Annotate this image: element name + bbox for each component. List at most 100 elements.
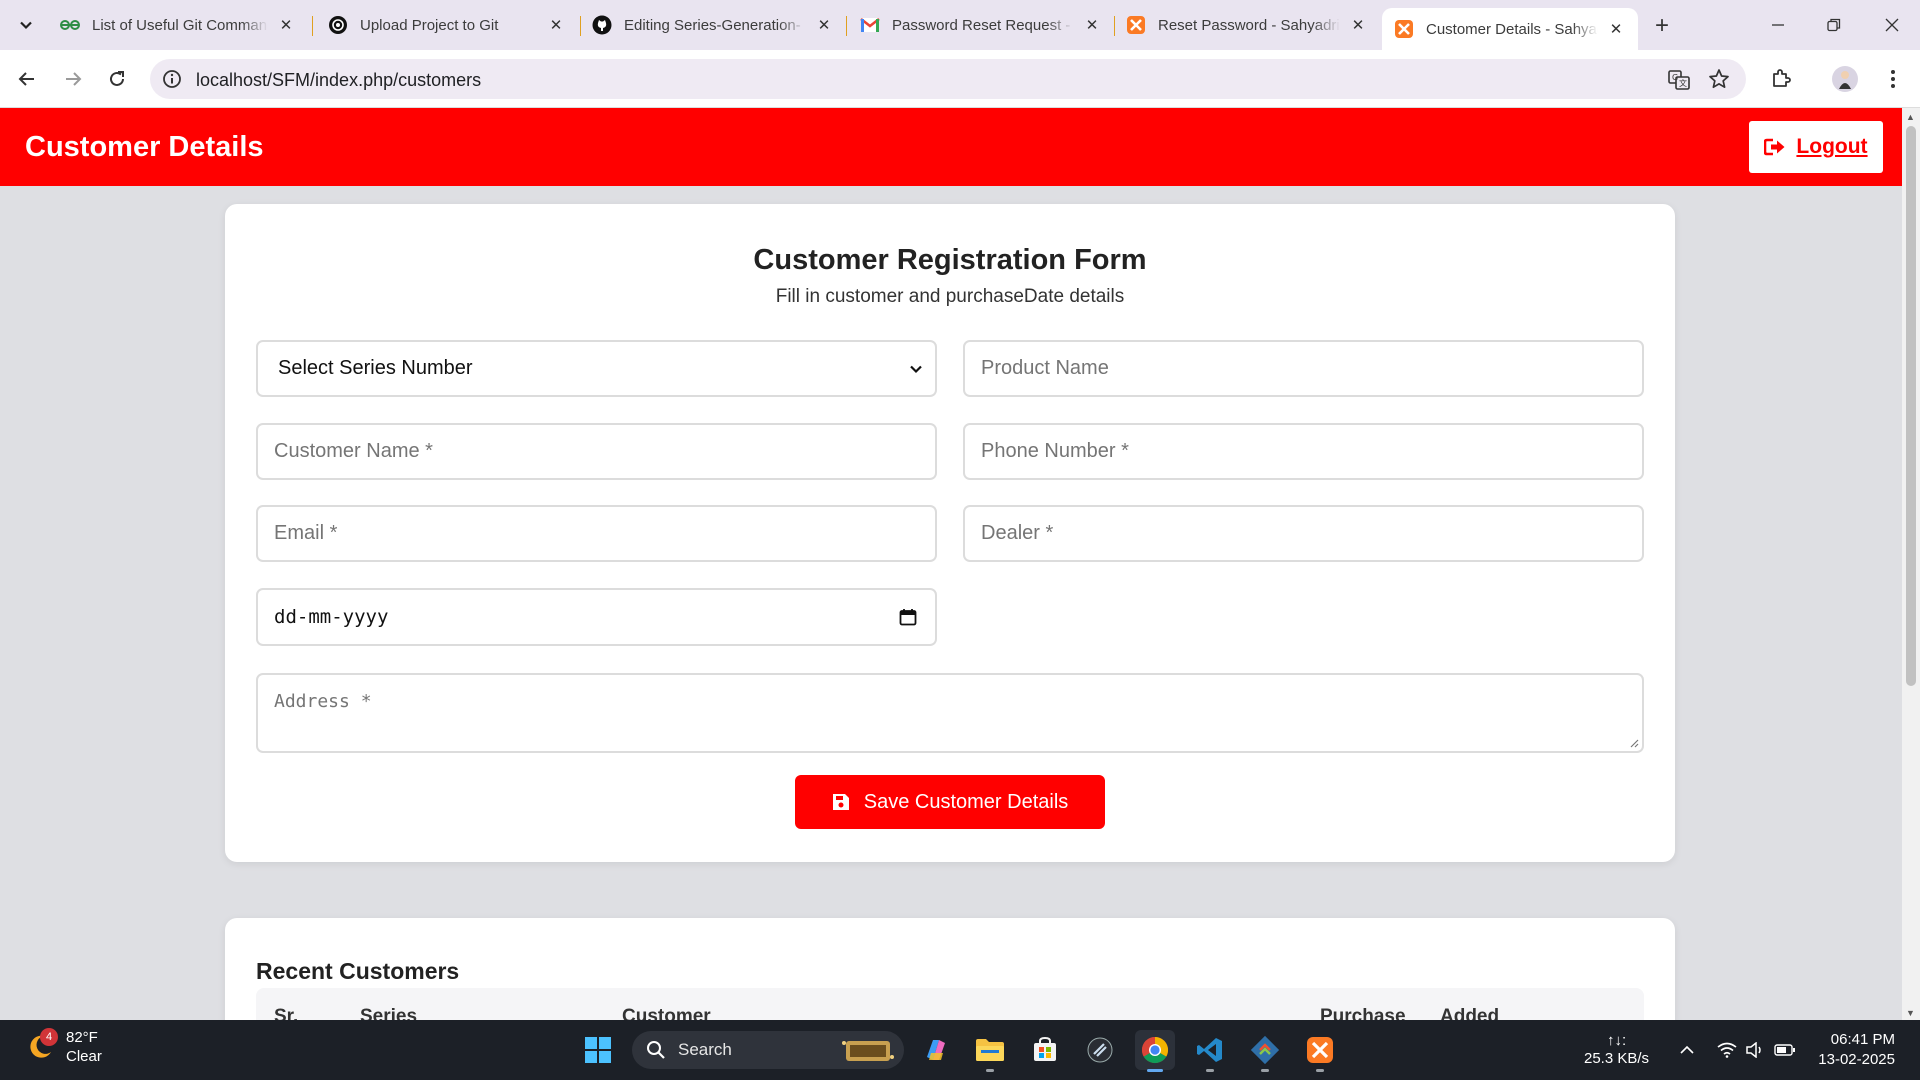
tab-git-commands[interactable]: List of Useful Git Commands ✕: [48, 8, 308, 42]
net-speed-value: 25.3 KB/s: [1584, 1050, 1650, 1067]
minimize-icon: [1772, 24, 1784, 26]
tab-title: Editing Series-Generation-: [624, 16, 801, 34]
tab-title: List of Useful Git Commands: [92, 16, 268, 34]
tab-search-button[interactable]: [10, 9, 42, 41]
translate-icon[interactable]: G文: [1668, 69, 1690, 91]
tab-strip: List of Useful Git Commands ✕ Upload Pro…: [0, 0, 1920, 50]
system-clock[interactable]: 06:41 PM 13-02-2025: [1815, 1030, 1895, 1070]
series-select-value: Select Series Number: [278, 357, 473, 379]
taskbar-file-explorer[interactable]: [970, 1030, 1010, 1072]
save-customer-button[interactable]: Save Customer Details: [795, 775, 1105, 829]
url-text: localhost/SFM/index.php/customers: [196, 70, 482, 90]
phone-placeholder: Phone Number *: [981, 440, 1129, 462]
bookmark-star-icon[interactable]: [1708, 68, 1730, 90]
reload-button[interactable]: [100, 62, 134, 96]
page-scrollbar[interactable]: ▲ ▼: [1902, 108, 1920, 1020]
scroll-down-arrow-icon[interactable]: ▼: [1906, 1008, 1915, 1018]
tab-password-reset-request[interactable]: Password Reset Request - ✕: [848, 8, 1114, 42]
site-info-icon[interactable]: [162, 69, 182, 89]
close-tab-icon[interactable]: ✕: [1082, 15, 1102, 35]
email-field[interactable]: Email *: [256, 505, 937, 562]
form-title: Customer Registration Form: [753, 244, 1147, 276]
calendar-icon[interactable]: [899, 608, 917, 626]
speaker-icon: [1746, 1042, 1761, 1058]
save-icon: [832, 794, 849, 810]
taskbar-xampp[interactable]: [1300, 1030, 1340, 1072]
phone-number-field[interactable]: Phone Number *: [963, 423, 1644, 480]
github-icon: [592, 15, 612, 35]
volume-status[interactable]: [1744, 1040, 1766, 1060]
column-header-customer: Customer: [622, 1006, 711, 1020]
scroll-up-arrow-icon[interactable]: ▲: [1906, 112, 1915, 122]
search-highlight-icon: [842, 1041, 894, 1061]
taskbar-search[interactable]: Search: [632, 1031, 904, 1069]
running-indicator: [1316, 1069, 1324, 1072]
close-window-button[interactable]: [1872, 8, 1912, 42]
tab-github-editing[interactable]: Editing Series-Generation- ✕: [580, 8, 846, 42]
svg-text:G: G: [1672, 73, 1678, 82]
clock-time: 06:41 PM: [1830, 1031, 1895, 1048]
xampp-icon: [1307, 1037, 1333, 1063]
logout-button[interactable]: Logout: [1749, 121, 1883, 173]
wifi-status[interactable]: [1716, 1040, 1738, 1060]
close-tab-icon[interactable]: ✕: [814, 15, 834, 35]
chevron-down-icon: [20, 21, 32, 30]
xampp-icon: [1394, 19, 1414, 39]
avatar-icon: [1832, 66, 1858, 92]
minimize-button[interactable]: [1758, 8, 1798, 42]
column-header-added: Added: [1440, 1006, 1500, 1020]
tab-customer-details[interactable]: Customer Details - Sahyadri ✕: [1382, 8, 1638, 50]
recent-customers-card: Recent Customers Sr. Series Customer Pur…: [225, 918, 1675, 1020]
taskbar-app-linear[interactable]: [1080, 1030, 1120, 1070]
email-placeholder: Email *: [274, 522, 338, 544]
customer-name-field[interactable]: Customer Name *: [256, 423, 937, 480]
column-header-series: Series: [360, 1006, 418, 1020]
taskbar-copilot[interactable]: [916, 1030, 956, 1070]
close-tab-icon[interactable]: ✕: [1606, 19, 1626, 39]
folder-icon: [976, 1039, 1004, 1061]
purchase-date-field[interactable]: dd-mm-yyyy: [256, 588, 937, 646]
dealer-field[interactable]: Dealer *: [963, 505, 1644, 562]
address-placeholder: Address *: [274, 691, 372, 712]
dealer-placeholder: Dealer *: [981, 522, 1054, 544]
address-bar[interactable]: localhost/SFM/index.php/customers G文: [150, 59, 1746, 99]
date-placeholder: dd-mm-yyyy: [274, 606, 389, 628]
battery-status[interactable]: [1774, 1040, 1796, 1060]
running-indicator: [986, 1069, 994, 1072]
weather-widget[interactable]: 4 82°F Clear: [24, 1028, 102, 1066]
tab-separator: [846, 16, 847, 36]
address-textarea[interactable]: Address *: [256, 673, 1644, 753]
customer-name-placeholder: Customer Name *: [274, 440, 433, 462]
taskbar-store[interactable]: [1025, 1030, 1065, 1070]
table-header: Sr. Series Customer Purchase Added: [256, 988, 1644, 1020]
logout-label: Logout: [1796, 135, 1868, 158]
new-tab-button[interactable]: +: [1648, 12, 1676, 40]
taskbar-vscode[interactable]: [1190, 1030, 1230, 1072]
restore-button[interactable]: [1814, 8, 1854, 42]
taskbar-git-gui[interactable]: [1245, 1030, 1285, 1072]
tab-title: Password Reset Request -: [892, 16, 1071, 34]
resize-grip-icon[interactable]: [1629, 738, 1639, 748]
close-tab-icon[interactable]: ✕: [546, 15, 566, 35]
close-tab-icon[interactable]: ✕: [1348, 15, 1368, 35]
sign-out-icon: [1764, 138, 1785, 156]
scrollbar-thumb[interactable]: [1906, 126, 1916, 686]
vscode-icon: [1197, 1038, 1222, 1062]
reload-icon: [110, 71, 124, 86]
net-arrows: ↑↓:: [1606, 1032, 1627, 1049]
series-number-select[interactable]: Select Series Number: [256, 340, 937, 397]
taskbar-chrome[interactable]: [1135, 1030, 1175, 1072]
tab-reset-password[interactable]: Reset Password - Sahyadri ✕: [1114, 8, 1380, 42]
close-tab-icon[interactable]: ✕: [276, 15, 296, 35]
forward-button[interactable]: [56, 62, 90, 96]
start-button[interactable]: [578, 1030, 618, 1070]
browser-toolbar: localhost/SFM/index.php/customers G文: [0, 50, 1920, 108]
browser-menu-button[interactable]: [1878, 64, 1908, 94]
product-name-field[interactable]: Product Name: [963, 340, 1644, 397]
tab-upload-project[interactable]: Upload Project to Git ✕: [316, 8, 578, 42]
profile-avatar[interactable]: [1830, 64, 1860, 94]
running-indicator: [1206, 1069, 1214, 1072]
show-hidden-icons-button[interactable]: [1676, 1040, 1698, 1060]
extensions-button[interactable]: [1766, 64, 1796, 94]
back-button[interactable]: [10, 62, 44, 96]
